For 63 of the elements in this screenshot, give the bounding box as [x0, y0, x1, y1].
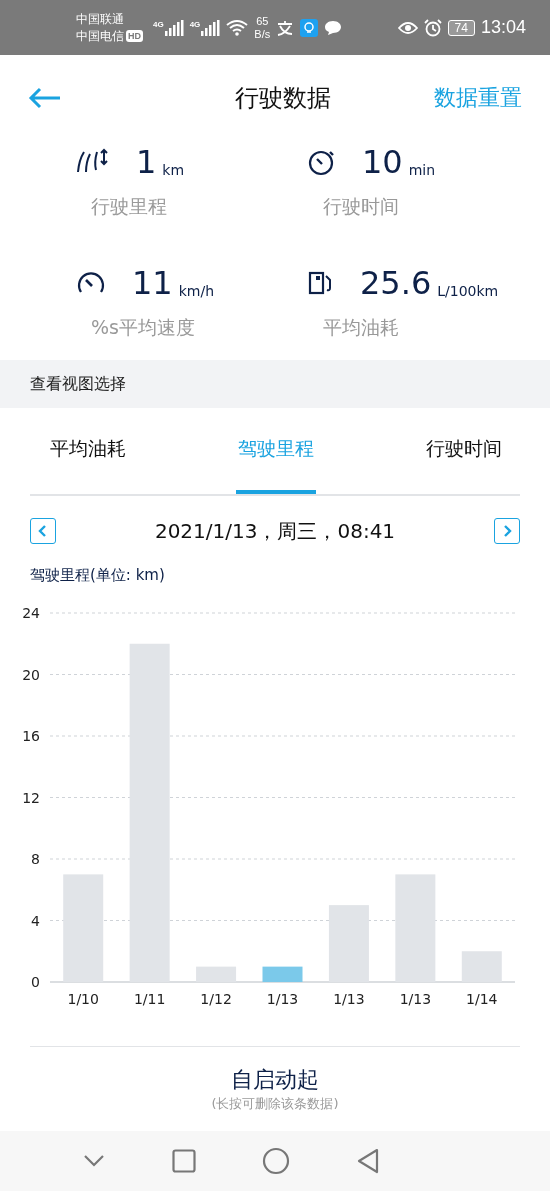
trip-title: 自启动起	[231, 1066, 319, 1094]
view-tab[interactable]: 行驶时间	[424, 408, 504, 494]
signal-icon	[200, 19, 221, 36]
page-title: 行驶数据	[235, 82, 331, 114]
chevron-left-icon	[37, 524, 49, 538]
x-tick-label: 1/12	[200, 991, 232, 1007]
alarm-icon	[423, 18, 442, 37]
fuel-pump-icon	[308, 270, 334, 296]
wifi-icon	[226, 19, 249, 36]
y-tick-label: 24	[22, 605, 40, 621]
stat-label: %s平均速度	[91, 315, 196, 340]
y-tick-label: 16	[22, 728, 40, 744]
stat-unit: km/h	[178, 283, 215, 299]
carrier-name: 中国联通	[76, 10, 125, 28]
home-icon[interactable]	[261, 1147, 290, 1175]
chart-bar[interactable]	[262, 966, 303, 982]
stat-label: 平均油耗	[323, 315, 400, 340]
network-type: 4G	[189, 19, 201, 29]
hd-badge: HD	[126, 30, 143, 42]
y-tick-label: 8	[31, 851, 40, 867]
stat-value: 25.6	[360, 264, 432, 302]
signal-icon	[163, 19, 184, 36]
recents-icon[interactable]	[171, 1149, 196, 1173]
bulb-icon	[300, 18, 319, 37]
stat-label: 行驶时间	[323, 194, 400, 219]
chevron-down-icon[interactable]	[83, 1154, 106, 1168]
clock-time: 13:04	[480, 17, 526, 38]
carrier-name: 中国电信	[76, 27, 124, 45]
view-tab[interactable]: 平均油耗	[48, 408, 128, 494]
x-tick-label: 1/13	[333, 991, 365, 1007]
stat-unit: km	[162, 162, 185, 178]
chevron-right-icon	[501, 524, 513, 538]
x-tick-label: 1/14	[466, 991, 498, 1007]
stopwatch-icon	[308, 148, 336, 176]
stat-value: 1	[136, 143, 157, 181]
eye-icon	[397, 20, 418, 35]
date-label: 2021/1/13，周三，08:41	[154, 517, 396, 545]
app-icon	[276, 19, 295, 36]
section-title: 查看视图选择	[30, 373, 126, 395]
speed-value: 65	[256, 14, 269, 28]
previous-button[interactable]	[30, 518, 56, 544]
network-type: 4G	[153, 19, 164, 29]
x-tick-label: 1/10	[67, 991, 99, 1007]
battery-icon: 74	[447, 19, 475, 36]
back-arrow-icon[interactable]	[28, 86, 62, 109]
x-tick-label: 1/13	[399, 991, 432, 1007]
stat-unit: min	[408, 162, 436, 178]
chart-axis-title: 驾驶里程(单位: km)	[29, 566, 166, 586]
back-icon[interactable]	[356, 1148, 381, 1174]
x-tick-label: 1/13	[266, 991, 299, 1007]
speed-unit: B/s	[254, 27, 271, 41]
stat-value: 11	[132, 264, 173, 302]
hint-text: (长按可删除该条数据)	[211, 1095, 339, 1113]
stat-label: 行驶里程	[91, 194, 168, 219]
chat-bubble-icon	[324, 19, 343, 36]
y-tick-label: 0	[31, 974, 40, 990]
stat-value: 10	[362, 143, 403, 181]
y-tick-label: 4	[31, 912, 40, 929]
y-tick-label: 20	[22, 666, 40, 683]
next-button[interactable]	[494, 518, 520, 544]
x-tick-label: 1/11	[133, 991, 166, 1007]
y-tick-label: 12	[22, 789, 40, 806]
stat-unit: L/100km	[437, 283, 499, 299]
